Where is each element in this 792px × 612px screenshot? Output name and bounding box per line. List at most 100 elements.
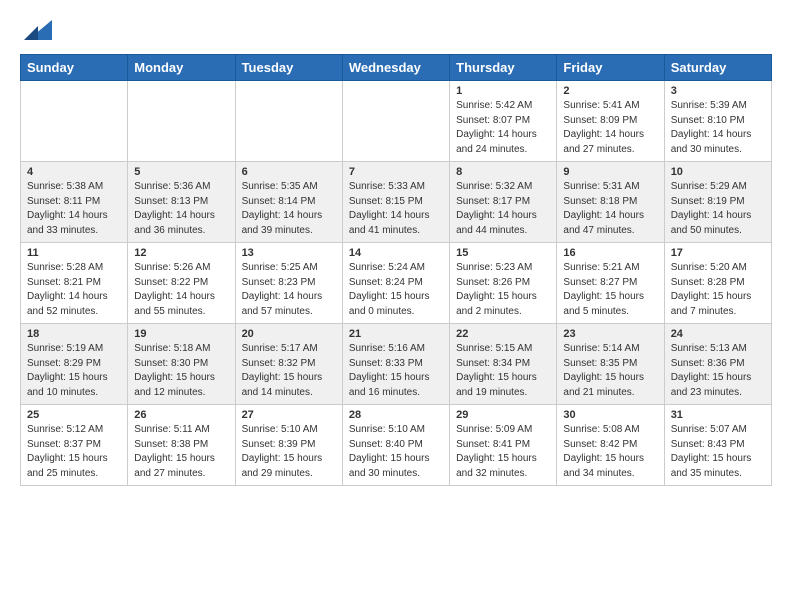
calendar-cell: 21 Sunrise: 5:16 AM Sunset: 8:33 PM Dayli… [342,324,449,405]
day-number: 2 [563,85,657,97]
day-info: Sunrise: 5:10 AM Sunset: 8:40 PM Dayligh… [349,423,443,481]
day-info: Sunrise: 5:12 AM Sunset: 8:37 PM Dayligh… [27,423,121,481]
calendar-cell: 12 Sunrise: 5:26 AM Sunset: 8:22 PM Dayli… [128,243,235,324]
day-info: Sunrise: 5:24 AM Sunset: 8:24 PM Dayligh… [349,261,443,319]
calendar-cell: 8 Sunrise: 5:32 AM Sunset: 8:17 PM Daylig… [450,162,557,243]
day-info: Sunrise: 5:32 AM Sunset: 8:17 PM Dayligh… [456,180,550,238]
calendar-cell: 25Sunrise: 5:12 AM Sunset: 8:37 PM Dayli… [21,405,128,486]
day-info: Sunrise: 5:23 AM Sunset: 8:26 PM Dayligh… [456,261,550,319]
day-info: Sunrise: 5:11 AM Sunset: 8:38 PM Dayligh… [134,423,228,481]
day-info: Sunrise: 5:09 AM Sunset: 8:41 PM Dayligh… [456,423,550,481]
day-info: Sunrise: 5:13 AM Sunset: 8:36 PM Dayligh… [671,342,765,400]
day-number: 12 [134,247,228,259]
header [20,16,772,44]
calendar-cell [235,81,342,162]
calendar-cell [342,81,449,162]
calendar-cell: 5 Sunrise: 5:36 AM Sunset: 8:13 PM Daylig… [128,162,235,243]
day-number: 3 [671,85,765,97]
calendar-cell: 23 Sunrise: 5:14 AM Sunset: 8:35 PM Dayli… [557,324,664,405]
day-number: 16 [563,247,657,259]
calendar-cell: 22 Sunrise: 5:15 AM Sunset: 8:34 PM Dayli… [450,324,557,405]
calendar-cell: 2Sunrise: 5:41 AM Sunset: 8:09 PM Daylig… [557,81,664,162]
day-number: 24 [671,328,765,340]
day-info: Sunrise: 5:16 AM Sunset: 8:33 PM Dayligh… [349,342,443,400]
day-number: 28 [349,409,443,421]
day-number: 27 [242,409,336,421]
calendar-cell: 7Sunrise: 5:33 AM Sunset: 8:15 PM Daylig… [342,162,449,243]
day-info: Sunrise: 5:26 AM Sunset: 8:22 PM Dayligh… [134,261,228,319]
day-number: 22 [456,328,550,340]
weekday-header-tuesday: Tuesday [235,55,342,81]
calendar-cell: 9 Sunrise: 5:31 AM Sunset: 8:18 PM Daylig… [557,162,664,243]
calendar-cell: 3 Sunrise: 5:39 AM Sunset: 8:10 PM Daylig… [664,81,771,162]
day-info: Sunrise: 5:14 AM Sunset: 8:35 PM Dayligh… [563,342,657,400]
calendar-cell: 11Sunrise: 5:28 AM Sunset: 8:21 PM Dayli… [21,243,128,324]
day-number: 5 [134,166,228,178]
day-info: Sunrise: 5:29 AM Sunset: 8:19 PM Dayligh… [671,180,765,238]
calendar-cell: 27 Sunrise: 5:10 AM Sunset: 8:39 PM Dayli… [235,405,342,486]
day-number: 13 [242,247,336,259]
day-info: Sunrise: 5:38 AM Sunset: 8:11 PM Dayligh… [27,180,121,238]
day-number: 1 [456,85,550,97]
day-number: 15 [456,247,550,259]
weekday-header-row: SundayMondayTuesdayWednesdayThursdayFrid… [21,55,772,81]
day-number: 4 [27,166,121,178]
weekday-header-wednesday: Wednesday [342,55,449,81]
calendar-row-3: 18Sunrise: 5:19 AM Sunset: 8:29 PM Dayli… [21,324,772,405]
weekday-header-thursday: Thursday [450,55,557,81]
day-info: Sunrise: 5:39 AM Sunset: 8:10 PM Dayligh… [671,99,765,157]
day-number: 31 [671,409,765,421]
day-info: Sunrise: 5:19 AM Sunset: 8:29 PM Dayligh… [27,342,121,400]
day-number: 9 [563,166,657,178]
logo-icon [24,16,52,44]
calendar-row-0: 1 Sunrise: 5:42 AM Sunset: 8:07 PM Daylig… [21,81,772,162]
calendar-cell [128,81,235,162]
day-number: 23 [563,328,657,340]
day-info: Sunrise: 5:08 AM Sunset: 8:42 PM Dayligh… [563,423,657,481]
calendar-cell: 4 Sunrise: 5:38 AM Sunset: 8:11 PM Daylig… [21,162,128,243]
day-info: Sunrise: 5:28 AM Sunset: 8:21 PM Dayligh… [27,261,121,319]
day-info: Sunrise: 5:42 AM Sunset: 8:07 PM Dayligh… [456,99,550,157]
page: SundayMondayTuesdayWednesdayThursdayFrid… [0,0,792,506]
day-info: Sunrise: 5:15 AM Sunset: 8:34 PM Dayligh… [456,342,550,400]
calendar-cell: 26 Sunrise: 5:11 AM Sunset: 8:38 PM Dayli… [128,405,235,486]
day-number: 29 [456,409,550,421]
calendar-cell: 16 Sunrise: 5:21 AM Sunset: 8:27 PM Dayli… [557,243,664,324]
calendar-cell: 28 Sunrise: 5:10 AM Sunset: 8:40 PM Dayli… [342,405,449,486]
day-info: Sunrise: 5:10 AM Sunset: 8:39 PM Dayligh… [242,423,336,481]
calendar-row-2: 11Sunrise: 5:28 AM Sunset: 8:21 PM Dayli… [21,243,772,324]
calendar-cell: 10Sunrise: 5:29 AM Sunset: 8:19 PM Dayli… [664,162,771,243]
calendar-cell: 15 Sunrise: 5:23 AM Sunset: 8:26 PM Dayli… [450,243,557,324]
logo [20,16,52,44]
day-number: 19 [134,328,228,340]
day-info: Sunrise: 5:17 AM Sunset: 8:32 PM Dayligh… [242,342,336,400]
day-number: 30 [563,409,657,421]
calendar-cell: 19 Sunrise: 5:18 AM Sunset: 8:30 PM Dayli… [128,324,235,405]
calendar-row-4: 25Sunrise: 5:12 AM Sunset: 8:37 PM Dayli… [21,405,772,486]
calendar-cell: 17Sunrise: 5:20 AM Sunset: 8:28 PM Dayli… [664,243,771,324]
day-info: Sunrise: 5:18 AM Sunset: 8:30 PM Dayligh… [134,342,228,400]
day-info: Sunrise: 5:36 AM Sunset: 8:13 PM Dayligh… [134,180,228,238]
calendar-table: SundayMondayTuesdayWednesdayThursdayFrid… [20,54,772,486]
calendar-cell: 14 Sunrise: 5:24 AM Sunset: 8:24 PM Dayli… [342,243,449,324]
calendar-cell: 1 Sunrise: 5:42 AM Sunset: 8:07 PM Daylig… [450,81,557,162]
day-number: 20 [242,328,336,340]
day-info: Sunrise: 5:21 AM Sunset: 8:27 PM Dayligh… [563,261,657,319]
day-number: 26 [134,409,228,421]
calendar-row-1: 4 Sunrise: 5:38 AM Sunset: 8:11 PM Daylig… [21,162,772,243]
weekday-header-friday: Friday [557,55,664,81]
calendar-cell: 24 Sunrise: 5:13 AM Sunset: 8:36 PM Dayli… [664,324,771,405]
day-number: 21 [349,328,443,340]
calendar-cell: 31Sunrise: 5:07 AM Sunset: 8:43 PM Dayli… [664,405,771,486]
day-info: Sunrise: 5:31 AM Sunset: 8:18 PM Dayligh… [563,180,657,238]
weekday-header-sunday: Sunday [21,55,128,81]
calendar-cell: 29 Sunrise: 5:09 AM Sunset: 8:41 PM Dayli… [450,405,557,486]
weekday-header-monday: Monday [128,55,235,81]
calendar-cell: 13Sunrise: 5:25 AM Sunset: 8:23 PM Dayli… [235,243,342,324]
weekday-header-saturday: Saturday [664,55,771,81]
day-number: 8 [456,166,550,178]
day-number: 14 [349,247,443,259]
day-number: 6 [242,166,336,178]
calendar-cell: 20 Sunrise: 5:17 AM Sunset: 8:32 PM Dayli… [235,324,342,405]
day-number: 17 [671,247,765,259]
